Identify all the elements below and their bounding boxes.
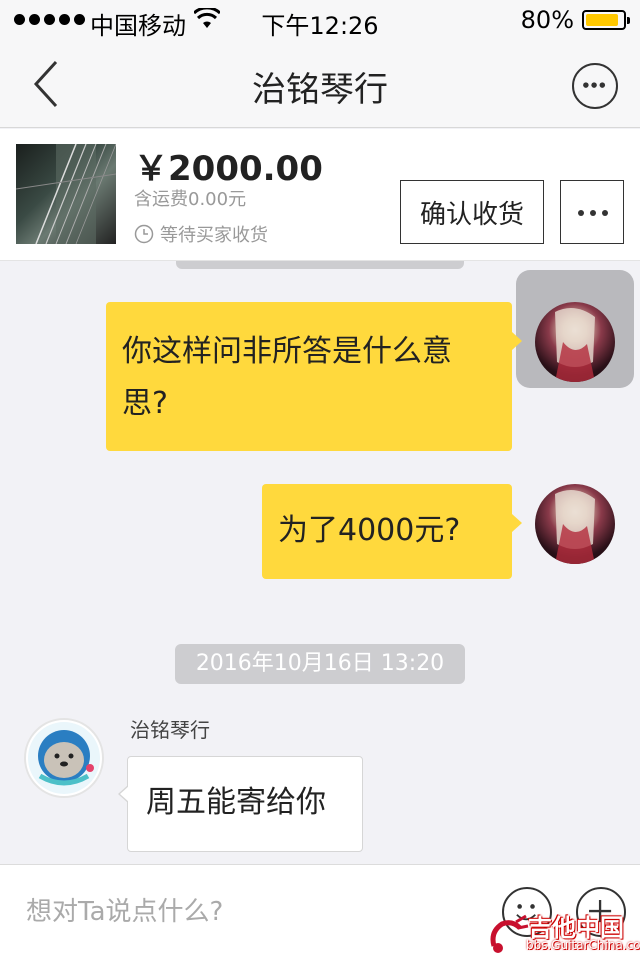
order-price: ￥2000.00: [134, 149, 323, 189]
sender-name: 治铭琴行: [130, 718, 210, 742]
chat-area[interactable]: 你这样问非所答是什么意思? 为了4000元? 2016年10月16日 13:20…: [0, 261, 640, 864]
nav-bar: 治铭琴行: [0, 40, 640, 128]
my-avatar[interactable]: [535, 302, 615, 382]
product-thumbnail[interactable]: [16, 144, 116, 244]
battery-icon: [582, 10, 630, 30]
order-card: ￥2000.00 含运费0.00元 等待买家收货 确认收货: [0, 129, 640, 261]
confirm-receipt-button[interactable]: 确认收货: [400, 180, 544, 244]
shop-avatar[interactable]: [24, 718, 104, 798]
my-message-bubble[interactable]: 为了4000元?: [262, 484, 522, 579]
my-avatar[interactable]: [535, 484, 615, 564]
ellipsis-icon: [578, 210, 608, 216]
my-message-bubble[interactable]: 你这样问非所答是什么意思?: [106, 302, 522, 451]
watermark-url: bbs.GuitarChina.com: [526, 938, 640, 952]
message-input[interactable]: [26, 897, 466, 927]
seal-mascot-icon: [28, 722, 100, 794]
site-watermark: 吉他中国 bbs.GuitarChina.com: [486, 908, 640, 956]
lobster-logo-icon: [490, 914, 529, 953]
message-timestamp: 2016年10月16日 13:20: [175, 644, 465, 684]
order-more-button[interactable]: [560, 180, 624, 244]
status-bar: 中国移动 下午12:26 80%: [0, 0, 640, 40]
order-status: 等待买家收货: [134, 221, 268, 247]
clock-icon: [134, 224, 154, 244]
timestamp-partial: [176, 261, 464, 269]
more-options-icon[interactable]: [572, 63, 618, 109]
order-status-text: 等待买家收货: [160, 225, 268, 246]
their-message-bubble[interactable]: 周五能寄给你: [118, 756, 363, 852]
conversation-title: 治铭琴行: [252, 70, 388, 110]
shipping-fee: 含运费0.00元: [134, 189, 247, 210]
battery-percentage: 80%: [520, 6, 574, 34]
